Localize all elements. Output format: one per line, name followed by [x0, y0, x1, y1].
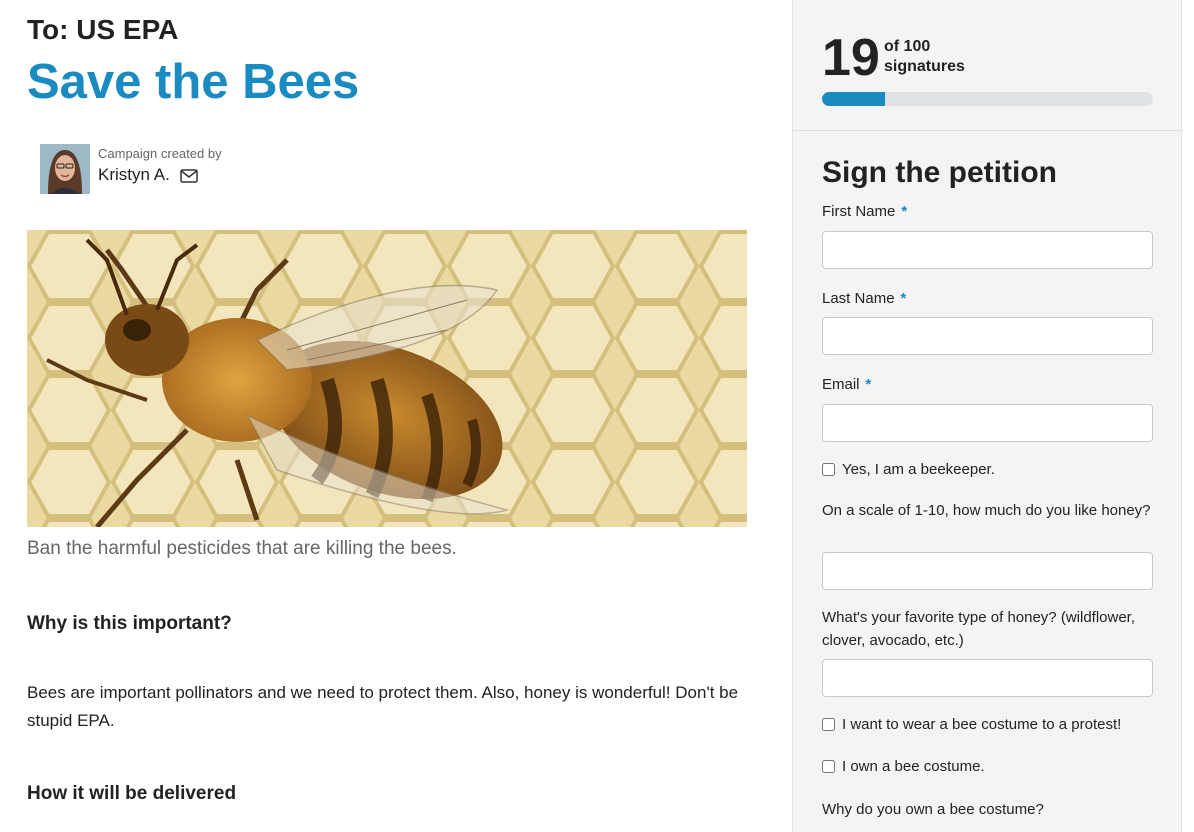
own-costume-label: I own a bee costume.: [842, 758, 985, 775]
required-mark: *: [900, 290, 907, 307]
image-caption: Ban the harmful pesticides that are kill…: [27, 538, 457, 559]
last-name-field[interactable]: [822, 317, 1153, 355]
honey-scale-field[interactable]: [822, 552, 1153, 590]
last-name-label-text: Last Name: [822, 290, 895, 307]
beekeeper-checkbox[interactable]: [822, 463, 835, 476]
own-costume-option[interactable]: I own a bee costume.: [822, 758, 985, 775]
petition-target: To: US EPA: [27, 14, 179, 45]
honey-type-field[interactable]: [822, 659, 1153, 697]
created-by-label: Campaign created by: [98, 146, 222, 161]
signature-progress: 19 of 100 signatures: [793, 0, 1183, 131]
email-field[interactable]: [822, 404, 1153, 442]
signature-count: 19: [822, 29, 880, 87]
first-name-field[interactable]: [822, 231, 1153, 269]
why-body: Bees are important pollinators and we ne…: [27, 683, 739, 730]
bee-photo: [27, 230, 747, 527]
honey-scale-label: On a scale of 1-10, how much do you like…: [822, 502, 1151, 519]
required-mark: *: [865, 376, 872, 393]
creator-name-row: Kristyn A.: [98, 165, 222, 185]
costume-protest-label: I want to wear a bee costume to a protes…: [842, 716, 1122, 733]
email-label: Email *: [822, 373, 1152, 396]
signature-goal-unit: signatures: [884, 58, 965, 75]
why-heading: Why is this important?: [27, 613, 232, 634]
creator-name[interactable]: Kristyn A.: [98, 165, 170, 185]
first-name-label-text: First Name: [822, 203, 896, 220]
beekeeper-label: Yes, I am a beekeeper.: [842, 461, 995, 478]
sign-petition-title: Sign the petition: [822, 156, 1057, 189]
petition-title: Save the Bees: [27, 55, 360, 109]
why-costume-label: Why do you own a bee costume?: [822, 801, 1044, 818]
signature-goal: of 100 signatures: [884, 37, 965, 77]
avatar[interactable]: [40, 144, 90, 194]
sign-sidebar: 19 of 100 signatures Sign the petition F…: [792, 0, 1183, 832]
costume-protest-option[interactable]: I want to wear a bee costume to a protes…: [822, 716, 1121, 733]
last-name-label: Last Name *: [822, 287, 1152, 310]
beekeeper-option[interactable]: Yes, I am a beekeeper.: [822, 461, 995, 478]
signature-progress-bar: [822, 92, 1153, 106]
delivery-heading: How it will be delivered: [27, 783, 237, 804]
required-mark: *: [901, 203, 908, 220]
first-name-label: First Name *: [822, 200, 1152, 223]
email-label-text: Email: [822, 376, 860, 393]
own-costume-checkbox[interactable]: [822, 760, 835, 773]
costume-protest-checkbox[interactable]: [822, 718, 835, 731]
signature-progress-fill: [822, 92, 885, 106]
signature-goal-of: of 100: [884, 38, 931, 55]
creator-meta: Campaign created by Kristyn A.: [98, 146, 222, 185]
envelope-icon[interactable]: [180, 168, 198, 183]
honey-type-label: What's your favorite type of honey? (wil…: [822, 609, 1136, 649]
